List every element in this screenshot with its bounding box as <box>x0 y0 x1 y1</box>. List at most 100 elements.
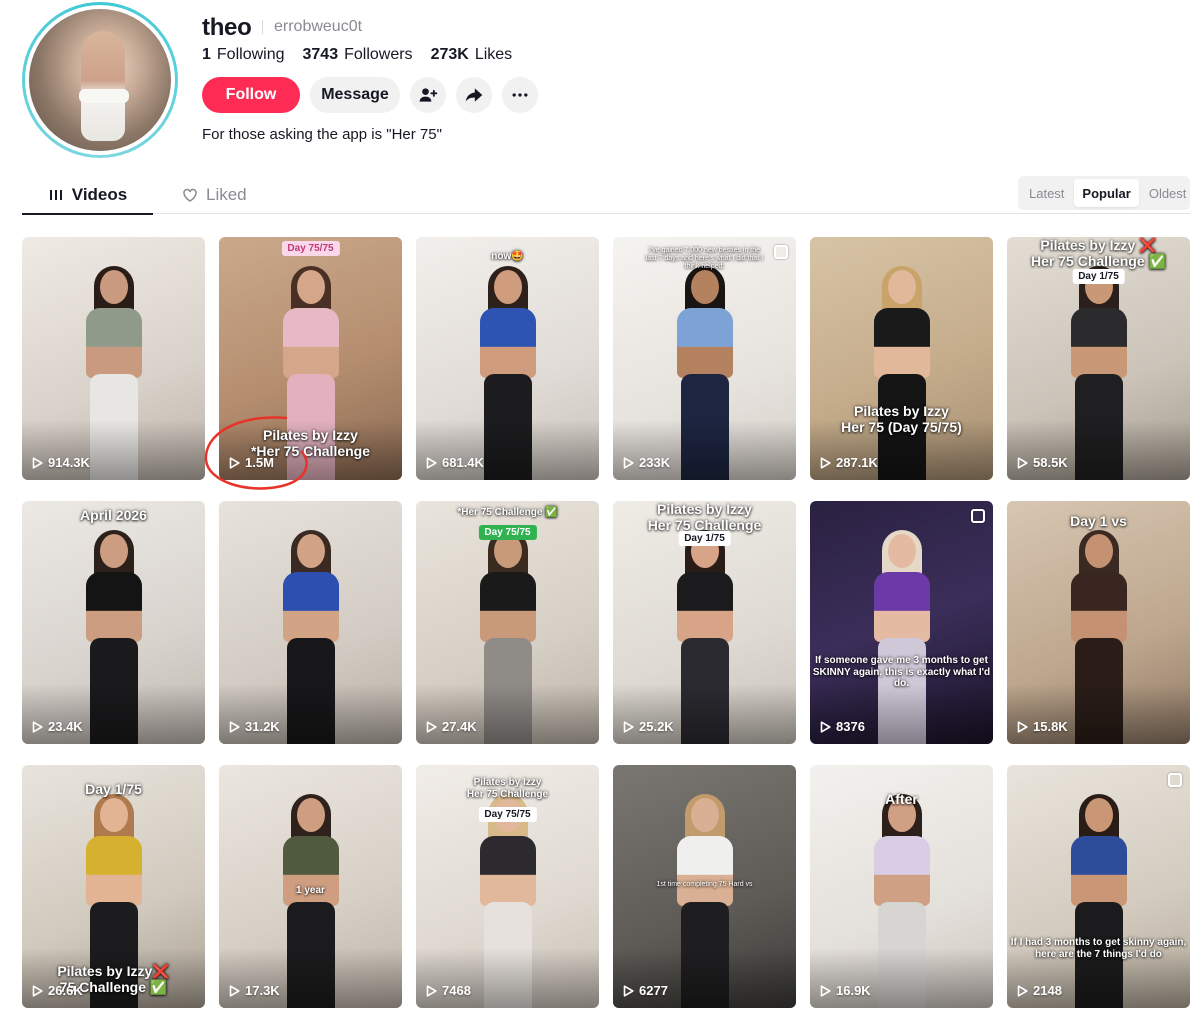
day-badge: Day 1/75 <box>1072 269 1125 284</box>
tab-liked[interactable]: Liked <box>182 176 247 214</box>
play-icon <box>820 720 831 733</box>
video-card[interactable]: 914.3K <box>22 237 205 480</box>
more-dots-icon <box>512 93 528 97</box>
message-button[interactable]: Message <box>310 77 400 113</box>
view-count: 15.8K <box>1017 719 1068 734</box>
video-card[interactable]: Pilates by Izzy Her 75 Challenge Day 1/75… <box>613 501 796 744</box>
day-badge: Day 75/75 <box>478 525 537 540</box>
video-card[interactable]: *Her 75 Challenge ✅ Day 75/75 27.4K <box>416 501 599 744</box>
video-card[interactable]: now🤩 681.4K <box>416 237 599 480</box>
video-grid: 914.3K Pilates by Izzy *Her 75 Challenge… <box>22 237 1190 1008</box>
view-count: 25.2K <box>623 719 674 734</box>
view-count-value: 2148 <box>1033 983 1062 998</box>
view-count: 26.6K <box>32 983 83 998</box>
followers-stat[interactable]: 3743 Followers <box>303 46 413 64</box>
photo-carousel-icon <box>774 245 788 259</box>
video-card[interactable]: 1 year 17.3K <box>219 765 402 1008</box>
view-count-value: 681.4K <box>442 455 484 470</box>
thumbnail-shade <box>416 684 599 744</box>
video-card[interactable]: Pilates by Izzy *Her 75 Challenge Day 75/… <box>219 237 402 480</box>
view-count-value: 26.6K <box>48 983 83 998</box>
video-caption: 1st time completing 75 Hard vs <box>656 881 753 888</box>
view-count-value: 233K <box>639 455 671 470</box>
play-icon <box>229 984 240 997</box>
share-arrow-icon <box>465 88 483 102</box>
more-options-button[interactable] <box>502 77 538 113</box>
view-count: 31.2K <box>229 719 280 734</box>
thumbnail-shade <box>613 684 796 744</box>
likes-label: Likes <box>474 46 513 63</box>
video-caption: Day 1/75 <box>85 781 142 797</box>
day-badge: Day 1/75 <box>678 531 731 546</box>
video-card[interactable]: I've gained 7,000 new besties in the las… <box>613 237 796 480</box>
view-count: 1.5M <box>229 455 274 470</box>
video-card[interactable]: 31.2K <box>219 501 402 744</box>
play-icon <box>32 984 43 997</box>
view-count-value: 16.9K <box>836 983 871 998</box>
video-card[interactable]: Pilates by Izzy Her 75 Challenge Day 75/7… <box>416 765 599 1008</box>
likes-stat: 273K Likes <box>431 46 513 64</box>
thumbnail-shade <box>1007 420 1190 480</box>
profile-avatar[interactable] <box>22 2 178 158</box>
thumbnail-shade <box>22 684 205 744</box>
follow-button[interactable]: Follow <box>202 77 300 113</box>
view-count: 914.3K <box>32 455 90 470</box>
following-count: 1 <box>202 46 211 63</box>
view-count-value: 8376 <box>836 719 865 734</box>
play-icon <box>623 720 634 733</box>
video-caption: Pilates by Izzy Her 75 Challenge <box>647 501 762 534</box>
profile-tabs: Videos Liked <box>22 176 1190 215</box>
video-caption: Pilates by Izzy ❌ Her 75 Challenge ✅ <box>1031 237 1166 270</box>
play-icon <box>1017 720 1028 733</box>
thumbnail-shade <box>613 420 796 480</box>
heart-lock-icon <box>183 188 197 202</box>
followers-count: 3743 <box>302 46 339 63</box>
view-count: 58.5K <box>1017 455 1068 470</box>
view-count: 8376 <box>820 719 865 734</box>
video-card[interactable]: Pilates by Izzy Her 75 (Day 75/75) 287.1K <box>810 237 993 480</box>
view-count: 287.1K <box>820 455 878 470</box>
sort-segmented-control: Latest Popular Oldest <box>1018 176 1190 210</box>
view-count-value: 31.2K <box>245 719 280 734</box>
play-icon <box>32 456 43 469</box>
following-label: Following <box>216 46 285 63</box>
video-caption: After <box>885 791 918 807</box>
play-icon <box>623 984 634 997</box>
thumbnail-shade <box>416 420 599 480</box>
video-caption: *Her 75 Challenge ✅ <box>457 507 558 518</box>
video-caption: I've gained 7,000 new besties in the las… <box>645 247 764 271</box>
view-count: 233K <box>623 455 670 470</box>
video-card[interactable]: 1st time completing 75 Hard vs 6277 <box>613 765 796 1008</box>
sort-oldest[interactable]: Oldest <box>1141 179 1195 207</box>
add-friend-button[interactable] <box>410 77 446 113</box>
thumbnail-shade <box>219 684 402 744</box>
video-card[interactable]: If I had 3 months to get skinny again, h… <box>1007 765 1190 1008</box>
sort-latest[interactable]: Latest <box>1021 179 1072 207</box>
video-caption: now🤩 <box>491 251 524 262</box>
video-card[interactable]: April 2026 23.4K <box>22 501 205 744</box>
video-card[interactable]: Day 1 vs 15.8K <box>1007 501 1190 744</box>
play-icon <box>229 456 240 469</box>
video-caption: Day 1 vs <box>1070 513 1127 529</box>
video-card[interactable]: After 16.9K <box>810 765 993 1008</box>
thumbnail-shade <box>22 420 205 480</box>
profile-stats: 1 Following 3743 Followers 273K Likes <box>202 46 512 64</box>
photo-carousel-icon <box>971 509 985 523</box>
video-card[interactable]: If someone gave me 3 months to get SKINN… <box>810 501 993 744</box>
tab-videos-label: Videos <box>71 185 128 204</box>
video-caption: April 2026 <box>80 507 147 523</box>
view-count-value: 15.8K <box>1033 719 1068 734</box>
view-count: 6277 <box>623 983 668 998</box>
play-icon <box>32 720 43 733</box>
play-icon <box>820 456 831 469</box>
sort-popular[interactable]: Popular <box>1074 179 1139 207</box>
day-badge: Day 75/75 <box>281 241 340 256</box>
share-button[interactable] <box>456 77 492 113</box>
following-stat[interactable]: 1 Following <box>202 46 285 64</box>
view-count: 17.3K <box>229 983 280 998</box>
video-card[interactable]: Day 1/75 Pilates by Izzy❌ 75 Challenge ✅ 2… <box>22 765 205 1008</box>
thumbnail-shade <box>219 948 402 1008</box>
view-count-value: 27.4K <box>442 719 477 734</box>
tab-videos[interactable]: Videos <box>22 176 153 215</box>
video-card[interactable]: Pilates by Izzy ❌ Her 75 Challenge ✅ Day … <box>1007 237 1190 480</box>
